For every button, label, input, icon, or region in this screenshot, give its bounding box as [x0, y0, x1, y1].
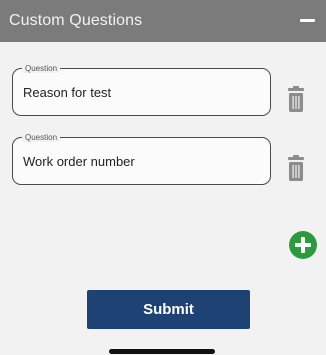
minus-icon	[300, 19, 315, 22]
question-field-1: Question	[12, 64, 271, 116]
question-field-2: Question	[12, 133, 271, 185]
home-indicator[interactable]	[109, 349, 215, 354]
section-title: Custom Questions	[9, 12, 143, 29]
question-input-1[interactable]	[13, 69, 270, 115]
add-question-button[interactable]	[288, 230, 318, 260]
trash-icon	[288, 86, 304, 112]
collapse-button[interactable]	[298, 13, 318, 29]
delete-question-1-button[interactable]	[285, 86, 307, 114]
delete-question-2-button[interactable]	[285, 155, 307, 183]
question-input-2[interactable]	[13, 138, 270, 184]
section-header[interactable]: Custom Questions	[0, 0, 326, 42]
trash-icon	[288, 155, 304, 181]
plus-circle-icon	[289, 231, 317, 259]
submit-button[interactable]: Submit	[87, 290, 250, 329]
